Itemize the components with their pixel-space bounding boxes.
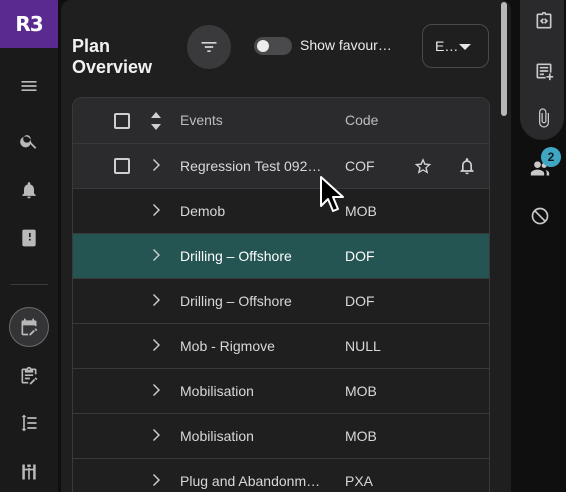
table-row[interactable]: Demob MOB bbox=[73, 188, 489, 233]
chevron-right-icon bbox=[153, 339, 160, 351]
chevron-right-icon bbox=[153, 294, 160, 306]
notifications-button[interactable] bbox=[9, 170, 49, 210]
event-name: Drilling – Offshore bbox=[180, 248, 292, 264]
document-tools-group bbox=[520, 0, 564, 140]
book-icon bbox=[22, 229, 36, 247]
column-header-code[interactable]: Code bbox=[345, 112, 378, 128]
rig-icon bbox=[22, 464, 36, 480]
code-document-button[interactable] bbox=[534, 11, 554, 31]
sort-toggle[interactable] bbox=[149, 111, 163, 131]
attachments-button[interactable] bbox=[534, 108, 554, 128]
code-document-icon bbox=[536, 11, 552, 29]
logo-text: R3 bbox=[15, 12, 43, 36]
event-code: MOB bbox=[345, 203, 377, 219]
sort-icon bbox=[151, 112, 161, 130]
view-select[interactable]: E… bbox=[422, 24, 489, 68]
block-icon bbox=[531, 207, 549, 225]
block-button[interactable] bbox=[530, 206, 550, 226]
event-name: Mobilisation bbox=[180, 383, 254, 399]
show-favourites-toggle[interactable] bbox=[254, 37, 292, 55]
table-row[interactable]: Drilling – Offshore DOF bbox=[73, 233, 489, 278]
event-code: DOF bbox=[345, 248, 375, 264]
event-code: DOF bbox=[345, 293, 375, 309]
event-name: Mob - Rigmove bbox=[180, 338, 275, 354]
sequence-button[interactable] bbox=[9, 403, 49, 443]
plan-overview-panel: Plan Overview Show favour… E… Events Cod… bbox=[61, 0, 511, 492]
library-button[interactable] bbox=[9, 218, 49, 258]
filter-icon bbox=[201, 42, 217, 52]
users-count-badge: 2 bbox=[541, 147, 561, 167]
chevron-right-icon bbox=[153, 249, 160, 261]
add-document-button[interactable] bbox=[534, 61, 554, 81]
events-table: Events Code Regression Test 092… COF Dem… bbox=[72, 97, 490, 492]
favourite-button[interactable] bbox=[413, 156, 433, 176]
select-all-checkbox[interactable] bbox=[114, 113, 130, 129]
event-code: NULL bbox=[345, 338, 381, 354]
reports-button[interactable] bbox=[9, 356, 49, 396]
search-button[interactable] bbox=[9, 121, 49, 161]
search-icon bbox=[20, 135, 37, 149]
table-row[interactable]: Regression Test 092… COF bbox=[73, 143, 489, 188]
chevron-right-icon bbox=[153, 204, 160, 216]
table-header: Events Code bbox=[73, 98, 489, 144]
chevron-right-icon bbox=[153, 159, 160, 171]
expand-row-button[interactable] bbox=[151, 158, 163, 172]
event-name: Regression Test 092… bbox=[180, 158, 322, 174]
app-logo[interactable]: R3 bbox=[0, 0, 58, 48]
column-header-events[interactable]: Events bbox=[180, 112, 223, 128]
expand-row-button[interactable] bbox=[151, 338, 163, 352]
chevron-right-icon bbox=[153, 474, 160, 486]
event-code: MOB bbox=[345, 428, 377, 444]
table-row[interactable]: Drilling – Offshore DOF bbox=[73, 278, 489, 323]
panel-scrollbar[interactable] bbox=[501, 2, 507, 116]
table-row[interactable]: Mobilisation MOB bbox=[73, 368, 489, 413]
menu-button[interactable] bbox=[9, 66, 49, 106]
calendar-edit-icon bbox=[21, 318, 38, 336]
table-row[interactable]: Mobilisation MOB bbox=[73, 413, 489, 458]
table-row[interactable]: Mob - Rigmove NULL bbox=[73, 323, 489, 368]
rig-button[interactable] bbox=[9, 452, 49, 492]
mouse-pointer-icon bbox=[320, 176, 344, 212]
menu-icon bbox=[21, 81, 37, 91]
chevron-right-icon bbox=[153, 384, 160, 396]
expand-row-button[interactable] bbox=[151, 248, 163, 262]
star-outline-icon bbox=[414, 158, 432, 174]
bell-outline-icon bbox=[460, 158, 474, 175]
left-navigation-rail: R3 bbox=[0, 0, 58, 492]
list-numbered-icon bbox=[21, 414, 37, 432]
bell-icon bbox=[22, 182, 36, 199]
event-name: Demob bbox=[180, 203, 226, 219]
expand-row-button[interactable] bbox=[151, 293, 163, 307]
show-favourites-label: Show favour… bbox=[300, 37, 392, 53]
event-code: PXA bbox=[345, 473, 374, 489]
paperclip-icon bbox=[539, 108, 549, 128]
notify-button[interactable] bbox=[457, 156, 477, 176]
expand-row-button[interactable] bbox=[151, 428, 163, 442]
event-name: Drilling – Offshore bbox=[180, 293, 292, 309]
chevron-right-icon bbox=[153, 429, 160, 441]
view-select-value: E… bbox=[435, 38, 459, 54]
expand-row-button[interactable] bbox=[151, 383, 163, 397]
event-name: Plug and Abandonm… bbox=[180, 473, 321, 489]
table-row[interactable]: Plug and Abandonm… PXA bbox=[73, 458, 489, 492]
plan-button[interactable] bbox=[9, 307, 49, 347]
rail-divider bbox=[10, 284, 48, 285]
caret-down-icon bbox=[459, 44, 471, 50]
add-document-icon bbox=[536, 63, 554, 81]
page-title: Plan Overview bbox=[72, 36, 153, 77]
expand-row-button[interactable] bbox=[151, 203, 163, 217]
event-code: MOB bbox=[345, 383, 377, 399]
row-checkbox[interactable] bbox=[114, 158, 130, 174]
event-name: Mobilisation bbox=[180, 428, 254, 444]
event-code: COF bbox=[345, 158, 375, 174]
clipboard-edit-icon bbox=[21, 366, 38, 385]
filter-button[interactable] bbox=[187, 25, 231, 69]
expand-row-button[interactable] bbox=[151, 473, 163, 487]
right-tool-rail bbox=[516, 0, 566, 492]
